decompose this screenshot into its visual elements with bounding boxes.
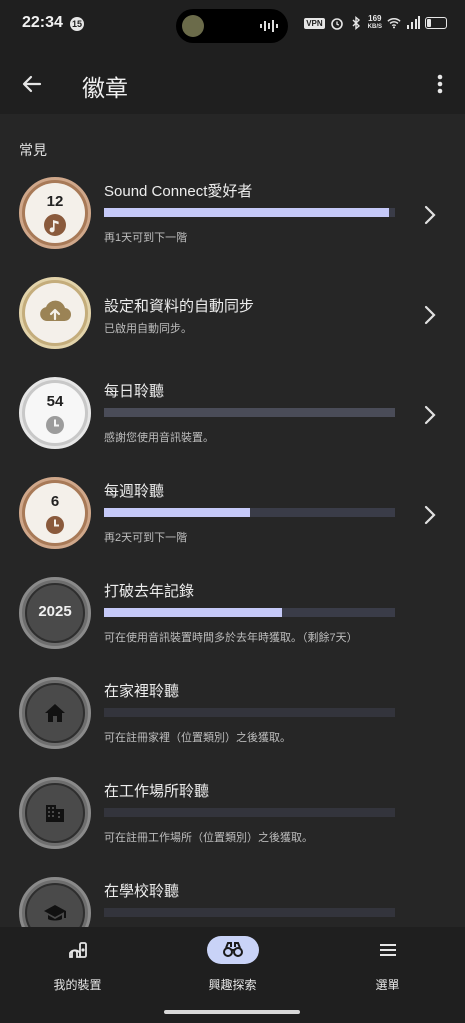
progress-bar bbox=[104, 608, 395, 617]
chevron-right-icon[interactable] bbox=[421, 404, 439, 426]
badge-row-break-record[interactable]: 2025 打破去年記錄 可在使用音訊裝置時間多於去年時獲取。（剩餘7天） bbox=[0, 564, 465, 664]
network-speed: 169 KB/S bbox=[367, 14, 382, 31]
nav-menu[interactable]: 選單 bbox=[310, 927, 465, 1023]
badge-title: Sound Connect愛好者 bbox=[104, 183, 253, 200]
progress-fill bbox=[104, 208, 390, 217]
locked-medal bbox=[19, 877, 91, 927]
notification-count-badge: 15 bbox=[70, 17, 84, 31]
chevron-right-icon[interactable] bbox=[421, 304, 439, 326]
locked-medal bbox=[19, 777, 91, 849]
medal-number: 54 bbox=[46, 393, 64, 410]
status-icons: VPN 169 KB/S bbox=[304, 15, 447, 31]
bluetooth-icon bbox=[352, 16, 360, 30]
media-thumbnail bbox=[182, 15, 204, 37]
badge-title: 在學校聆聽 bbox=[104, 883, 180, 900]
progress-fill bbox=[104, 608, 282, 617]
vpn-icon: VPN bbox=[304, 17, 325, 29]
badge-title: 打破去年記錄 bbox=[104, 583, 195, 600]
graduation-cap-icon bbox=[44, 905, 66, 921]
badge-subtitle: 再1天可到下一階 bbox=[104, 232, 188, 244]
battery-icon bbox=[425, 17, 447, 29]
progress-bar bbox=[104, 808, 395, 817]
badge-title: 在工作場所聆聽 bbox=[104, 783, 210, 800]
silver-medal: 54 bbox=[19, 377, 91, 449]
alarm-icon bbox=[330, 18, 343, 30]
chevron-right-icon[interactable] bbox=[421, 204, 439, 226]
nav-label: 我的裝置 bbox=[53, 978, 102, 992]
clock-icon bbox=[46, 516, 64, 534]
dynamic-island bbox=[176, 9, 288, 43]
page-title: 徽章 bbox=[82, 75, 128, 101]
binoculars-icon bbox=[222, 942, 243, 957]
nav-my-devices[interactable]: 我的裝置 bbox=[0, 927, 155, 1023]
badge-row-daily-listening[interactable]: 54 每日聆聽 感謝您使用音訊裝置。 bbox=[0, 364, 465, 464]
back-arrow-icon[interactable] bbox=[18, 70, 46, 98]
nav-icon-container bbox=[52, 936, 104, 964]
menu-icon bbox=[379, 944, 396, 956]
more-options-icon[interactable] bbox=[428, 70, 452, 98]
status-time: 22:34 bbox=[22, 14, 63, 31]
badge-title: 在家裡聆聽 bbox=[104, 683, 180, 700]
clock-icon bbox=[46, 416, 64, 434]
nav-label: 選單 bbox=[375, 978, 400, 992]
home-icon bbox=[45, 704, 65, 722]
badge-title: 每日聆聽 bbox=[104, 383, 165, 400]
badge-subtitle: 可在註冊工作場所（位置類別）之後獲取。 bbox=[104, 832, 313, 844]
nav-discover[interactable]: 興趣探索 bbox=[155, 927, 310, 1023]
medal-number: 6 bbox=[50, 493, 60, 510]
badge-row-sound-connect[interactable]: 12 Sound Connect愛好者 再1天可到下一階 bbox=[0, 164, 465, 264]
badge-title: 設定和資料的自動同步 bbox=[104, 298, 255, 315]
badge-row-home-listening[interactable]: 在家裡聆聽 可在註冊家裡（位置類別）之後獲取。 bbox=[0, 664, 465, 764]
progress-bar bbox=[104, 408, 395, 417]
music-note-icon bbox=[44, 214, 66, 236]
badge-row-school-listening[interactable]: 在學校聆聽 bbox=[0, 864, 465, 927]
badge-row-weekly-listening[interactable]: 6 每週聆聽 再2天可到下一階 bbox=[0, 464, 465, 564]
locked-medal bbox=[19, 677, 91, 749]
audio-wave-icon bbox=[260, 20, 278, 32]
bottom-navigation: 我的裝置 興趣探索 選單 bbox=[0, 927, 465, 1023]
cloud-upload-icon bbox=[40, 300, 72, 322]
progress-bar bbox=[104, 208, 395, 217]
home-indicator[interactable] bbox=[164, 1010, 300, 1014]
wifi-icon bbox=[387, 18, 401, 29]
badge-subtitle: 已啟用自動同步。 bbox=[104, 323, 192, 335]
bronze-medal: 12 bbox=[19, 177, 91, 249]
progress-bar bbox=[104, 908, 395, 917]
nav-label: 興趣探索 bbox=[208, 978, 257, 992]
progress-fill bbox=[104, 508, 250, 517]
locked-medal: 2025 bbox=[19, 577, 91, 649]
cell-signal-icon bbox=[407, 16, 420, 29]
badge-row-auto-sync[interactable]: 設定和資料的自動同步 已啟用自動同步。 bbox=[0, 264, 465, 364]
progress-bar bbox=[104, 708, 395, 717]
app-bar: 徽章 bbox=[0, 52, 465, 114]
nav-icon-container bbox=[362, 936, 414, 964]
section-title: 常見 bbox=[19, 142, 47, 158]
status-bar: 22:34 15 VPN 169 KB/S bbox=[0, 0, 465, 52]
badge-subtitle: 可在註冊家裡（位置類別）之後獲取。 bbox=[104, 732, 291, 744]
badge-subtitle: 再2天可到下一階 bbox=[104, 532, 188, 544]
gold-medal bbox=[19, 277, 91, 349]
badge-subtitle: 可在使用音訊裝置時間多於去年時獲取。（剩餘7天） bbox=[104, 632, 358, 644]
bronze-medal: 6 bbox=[19, 477, 91, 549]
badge-list[interactable]: 常見 12 Sound Connect愛好者 再1天可到下一階 設定和資料的自動… bbox=[0, 114, 465, 927]
devices-icon bbox=[68, 942, 87, 958]
progress-bar bbox=[104, 508, 395, 517]
badge-title: 每週聆聽 bbox=[104, 483, 165, 500]
medal-number: 2025 bbox=[38, 603, 72, 620]
nav-icon-container bbox=[206, 936, 259, 964]
badge-subtitle: 感謝您使用音訊裝置。 bbox=[104, 432, 214, 444]
badge-row-work-listening[interactable]: 在工作場所聆聽 可在註冊工作場所（位置類別）之後獲取。 bbox=[0, 764, 465, 864]
chevron-right-icon[interactable] bbox=[421, 504, 439, 526]
medal-number: 12 bbox=[46, 193, 64, 210]
building-icon bbox=[46, 805, 64, 822]
